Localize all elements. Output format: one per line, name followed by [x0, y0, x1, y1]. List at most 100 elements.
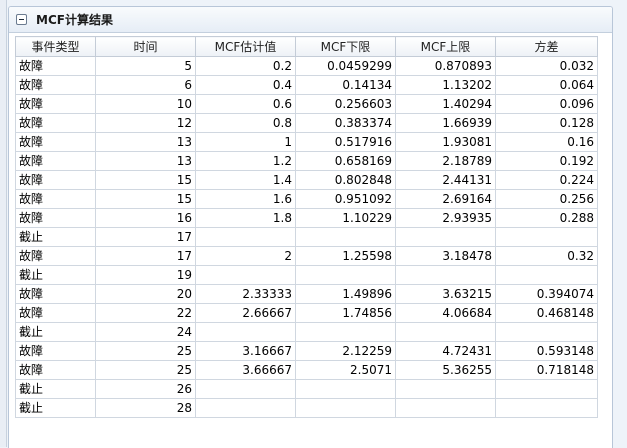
cell-variance[interactable]: 0.593148 [495, 341, 598, 361]
cell-mcf-lower[interactable]: 0.658169 [295, 151, 396, 171]
cell-time[interactable]: 6 [95, 75, 196, 95]
table-row[interactable]: 故障 16 1.8 1.10229 2.93935 0.288 [15, 208, 598, 228]
table-row[interactable]: 故障 22 2.66667 1.74856 4.06684 0.468148 [15, 303, 598, 323]
cell-mcf-upper[interactable]: 4.06684 [395, 303, 496, 323]
column-header-mcf-upper[interactable]: MCF上限 [395, 36, 496, 57]
cell-mcf-upper[interactable] [395, 227, 496, 247]
cell-event-type[interactable]: 截止 [15, 398, 96, 418]
cell-mcf-lower[interactable]: 1.49896 [295, 284, 396, 304]
cell-variance[interactable] [495, 398, 598, 418]
cell-variance[interactable]: 0.096 [495, 94, 598, 114]
table-row[interactable]: 故障 13 1.2 0.658169 2.18789 0.192 [15, 151, 598, 171]
table-row[interactable]: 截止 28 [15, 398, 598, 418]
cell-mcf-upper[interactable]: 1.40294 [395, 94, 496, 114]
cell-event-type[interactable]: 故障 [15, 246, 96, 266]
cell-time[interactable]: 16 [95, 208, 196, 228]
cell-mcf-estimate[interactable]: 2.66667 [195, 303, 296, 323]
table-row[interactable]: 故障 25 3.16667 2.12259 4.72431 0.593148 [15, 341, 598, 361]
cell-event-type[interactable]: 故障 [15, 189, 96, 209]
cell-mcf-lower[interactable] [295, 265, 396, 285]
cell-mcf-upper[interactable]: 2.18789 [395, 151, 496, 171]
cell-mcf-lower[interactable]: 0.0459299 [295, 56, 396, 76]
table-row[interactable]: 故障 6 0.4 0.14134 1.13202 0.064 [15, 75, 598, 95]
cell-time[interactable]: 20 [95, 284, 196, 304]
table-row[interactable]: 故障 10 0.6 0.256603 1.40294 0.096 [15, 94, 598, 114]
cell-mcf-lower[interactable] [295, 322, 396, 342]
cell-time[interactable]: 13 [95, 132, 196, 152]
cell-variance[interactable]: 0.032 [495, 56, 598, 76]
cell-variance[interactable]: 0.256 [495, 189, 598, 209]
cell-event-type[interactable]: 故障 [15, 151, 96, 171]
cell-time[interactable]: 17 [95, 246, 196, 266]
cell-mcf-lower[interactable]: 1.10229 [295, 208, 396, 228]
cell-mcf-upper[interactable]: 2.69164 [395, 189, 496, 209]
cell-mcf-upper[interactable]: 3.18478 [395, 246, 496, 266]
cell-mcf-estimate[interactable]: 1.6 [195, 189, 296, 209]
table-row[interactable]: 截止 26 [15, 379, 598, 399]
cell-event-type[interactable]: 故障 [15, 208, 96, 228]
cell-event-type[interactable]: 截止 [15, 322, 96, 342]
table-row[interactable]: 故障 17 2 1.25598 3.18478 0.32 [15, 246, 598, 266]
cell-variance[interactable] [495, 322, 598, 342]
cell-variance[interactable] [495, 379, 598, 399]
cell-mcf-upper[interactable] [395, 265, 496, 285]
cell-event-type[interactable]: 故障 [15, 132, 96, 152]
cell-mcf-estimate[interactable]: 2.33333 [195, 284, 296, 304]
cell-mcf-estimate[interactable] [195, 265, 296, 285]
column-header-variance[interactable]: 方差 [495, 36, 598, 57]
cell-mcf-lower[interactable]: 0.14134 [295, 75, 396, 95]
cell-time[interactable]: 19 [95, 265, 196, 285]
table-row[interactable]: 故障 20 2.33333 1.49896 3.63215 0.394074 [15, 284, 598, 304]
cell-time[interactable]: 28 [95, 398, 196, 418]
cell-mcf-upper[interactable]: 2.93935 [395, 208, 496, 228]
table-row[interactable]: 故障 12 0.8 0.383374 1.66939 0.128 [15, 113, 598, 133]
cell-event-type[interactable]: 故障 [15, 113, 96, 133]
cell-time[interactable]: 5 [95, 56, 196, 76]
cell-mcf-estimate[interactable] [195, 379, 296, 399]
cell-time[interactable]: 25 [95, 341, 196, 361]
cell-mcf-upper[interactable]: 1.93081 [395, 132, 496, 152]
cell-event-type[interactable]: 故障 [15, 75, 96, 95]
table-row[interactable]: 故障 25 3.66667 2.5071 5.36255 0.718148 [15, 360, 598, 380]
cell-time[interactable]: 15 [95, 189, 196, 209]
left-splitter[interactable] [0, 0, 7, 447]
cell-variance[interactable]: 0.288 [495, 208, 598, 228]
cell-mcf-estimate[interactable]: 0.2 [195, 56, 296, 76]
table-row[interactable]: 截止 24 [15, 322, 598, 342]
cell-mcf-estimate[interactable]: 3.66667 [195, 360, 296, 380]
cell-time[interactable]: 22 [95, 303, 196, 323]
table-row[interactable]: 故障 15 1.6 0.951092 2.69164 0.256 [15, 189, 598, 209]
cell-mcf-upper[interactable]: 5.36255 [395, 360, 496, 380]
cell-variance[interactable]: 0.394074 [495, 284, 598, 304]
cell-event-type[interactable]: 故障 [15, 56, 96, 76]
cell-mcf-lower[interactable]: 0.951092 [295, 189, 396, 209]
cell-variance[interactable]: 0.718148 [495, 360, 598, 380]
cell-variance[interactable]: 0.128 [495, 113, 598, 133]
column-header-mcf-lower[interactable]: MCF下限 [295, 36, 396, 57]
cell-mcf-upper[interactable]: 2.44131 [395, 170, 496, 190]
cell-mcf-upper[interactable]: 4.72431 [395, 341, 496, 361]
cell-event-type[interactable]: 故障 [15, 170, 96, 190]
cell-mcf-lower[interactable]: 1.74856 [295, 303, 396, 323]
cell-mcf-estimate[interactable]: 0.8 [195, 113, 296, 133]
cell-event-type[interactable]: 故障 [15, 94, 96, 114]
cell-mcf-upper[interactable]: 3.63215 [395, 284, 496, 304]
cell-mcf-estimate[interactable]: 3.16667 [195, 341, 296, 361]
cell-mcf-lower[interactable]: 0.383374 [295, 113, 396, 133]
column-header-time[interactable]: 时间 [95, 36, 196, 57]
cell-event-type[interactable]: 截止 [15, 227, 96, 247]
cell-variance[interactable]: 0.224 [495, 170, 598, 190]
cell-event-type[interactable]: 故障 [15, 341, 96, 361]
table-row[interactable]: 截止 19 [15, 265, 598, 285]
cell-mcf-upper[interactable] [395, 322, 496, 342]
table-row[interactable]: 故障 15 1.4 0.802848 2.44131 0.224 [15, 170, 598, 190]
cell-mcf-upper[interactable]: 1.66939 [395, 113, 496, 133]
cell-mcf-estimate[interactable] [195, 227, 296, 247]
cell-mcf-estimate[interactable]: 1.2 [195, 151, 296, 171]
cell-time[interactable]: 17 [95, 227, 196, 247]
cell-time[interactable]: 12 [95, 113, 196, 133]
cell-mcf-lower[interactable] [295, 379, 396, 399]
cell-mcf-estimate[interactable]: 0.4 [195, 75, 296, 95]
cell-mcf-upper[interactable] [395, 398, 496, 418]
cell-variance[interactable]: 0.468148 [495, 303, 598, 323]
